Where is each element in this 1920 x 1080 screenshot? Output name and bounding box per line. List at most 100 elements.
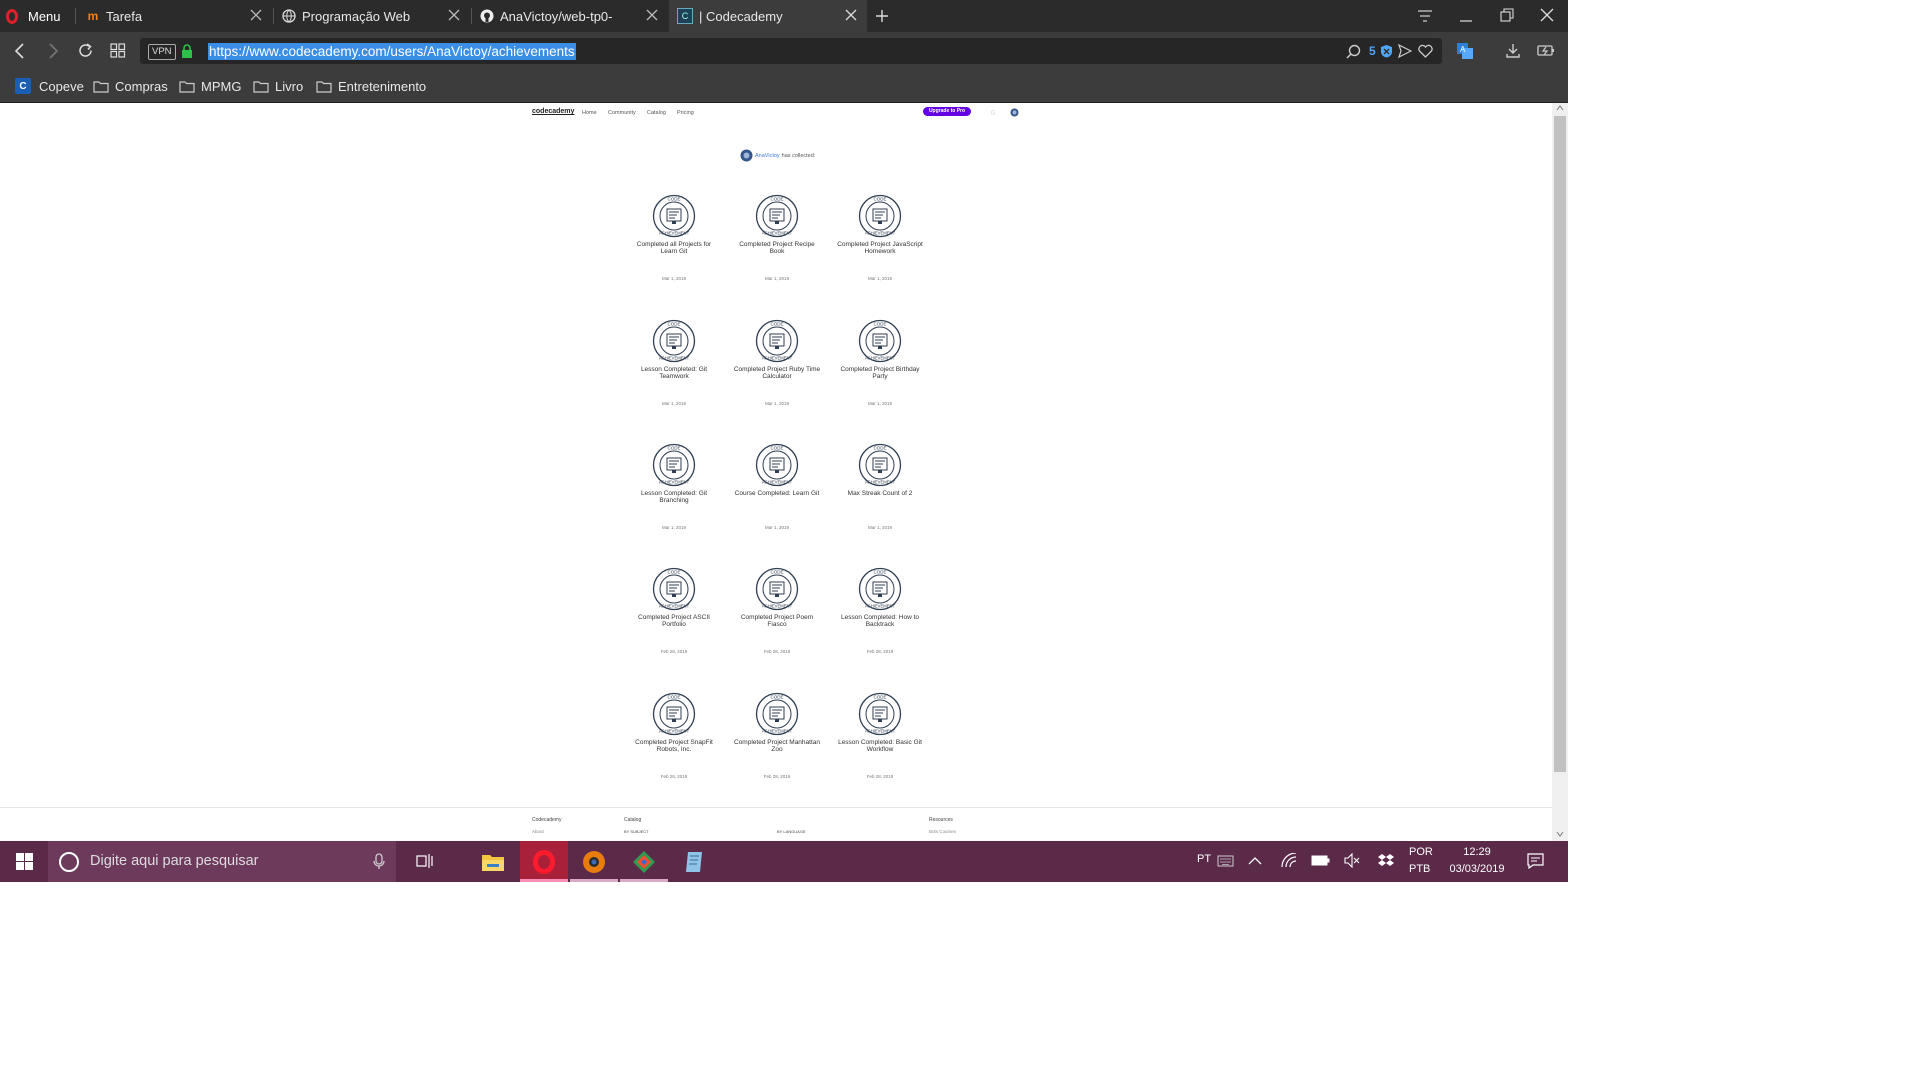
url-text[interactable]: https://www.codecademy.com/users/AnaVict… bbox=[208, 43, 576, 60]
achievement-card[interactable]: CODE ACHIEVEMENT Completed Project Recipe … bbox=[732, 192, 822, 287]
download-icon[interactable] bbox=[1505, 43, 1521, 59]
input-language-short[interactable]: PT bbox=[1197, 853, 1211, 865]
clock[interactable]: 12:29 03/03/2019 bbox=[1445, 846, 1509, 875]
folder-icon bbox=[316, 80, 332, 93]
folder-icon bbox=[482, 854, 504, 871]
close-tab-icon[interactable] bbox=[448, 9, 460, 21]
achievement-card[interactable]: CODE ACHIEVEMENT Lesson Completed: Git Tea… bbox=[629, 317, 719, 412]
translate-icon[interactable]: A bbox=[1456, 42, 1474, 60]
achievement-badge-icon: CODE ACHIEVEMENT bbox=[858, 194, 902, 238]
achievement-badge-icon: CODE ACHIEVEMENT bbox=[858, 319, 902, 363]
microphone-icon[interactable] bbox=[373, 853, 385, 870]
achievement-badge-icon: CODE ACHIEVEMENT bbox=[755, 443, 799, 487]
search-page-icon[interactable] bbox=[1346, 44, 1361, 59]
achievement-card[interactable]: CODE ACHIEVEMENT Completed Project Poem Fi… bbox=[732, 565, 822, 660]
svg-text:A: A bbox=[1460, 45, 1466, 54]
achievement-card[interactable]: CODE ACHIEVEMENT Completed Project Manhatt… bbox=[732, 690, 822, 785]
git-kraken-app[interactable] bbox=[620, 841, 668, 882]
bookmark-label: Livro bbox=[275, 78, 304, 94]
forward-icon[interactable] bbox=[46, 43, 60, 59]
restore-icon[interactable] bbox=[1500, 8, 1514, 22]
close-window-icon[interactable] bbox=[1540, 8, 1554, 22]
bookmark-folder-livro[interactable]: Livro bbox=[253, 76, 303, 96]
new-tab-icon[interactable] bbox=[875, 9, 889, 23]
bookmark-folder-mpmg[interactable]: MPMG bbox=[179, 76, 241, 96]
back-icon[interactable] bbox=[13, 43, 27, 59]
bookmark-copeve[interactable]: C Copeve bbox=[15, 76, 84, 96]
task-view-icon[interactable] bbox=[416, 853, 433, 869]
achievement-card[interactable]: CODE ACHIEVEMENT Completed Project ASCII P… bbox=[629, 565, 719, 660]
windows-start-icon[interactable] bbox=[16, 853, 33, 870]
tab-tarefa[interactable]: m Tarefa bbox=[78, 0, 272, 32]
badge-text-bottom: ACHIEVEMENT bbox=[659, 604, 690, 609]
badge-text-bottom: ACHIEVEMENT bbox=[762, 356, 793, 361]
close-tab-icon[interactable] bbox=[845, 9, 857, 21]
close-tab-icon[interactable] bbox=[646, 9, 658, 21]
tab-menu-icon[interactable] bbox=[1417, 9, 1433, 23]
speed-dial-icon[interactable] bbox=[110, 43, 126, 58]
achievement-card[interactable]: CODE ACHIEVEMENT Completed Project Ruby Ti… bbox=[732, 317, 822, 412]
tab-codecademy[interactable]: C | Codecademy bbox=[669, 0, 867, 32]
achievement-title: Lesson Completed: Git Teamwork bbox=[640, 366, 708, 380]
send-icon[interactable] bbox=[1398, 44, 1412, 58]
keyboard-icon[interactable] bbox=[1217, 855, 1234, 867]
achievement-date: Feb 28, 2019 bbox=[763, 774, 791, 779]
achievement-card[interactable]: CODE ACHIEVEMENT Lesson Completed: Git Bra… bbox=[629, 441, 719, 536]
badge-text-bottom: ACHIEVEMENT bbox=[659, 231, 690, 236]
achievement-card[interactable]: CODE ACHIEVEMENT Completed Project JavaScr… bbox=[835, 192, 925, 287]
battery-icon[interactable] bbox=[1311, 855, 1330, 866]
volume-muted-icon[interactable] bbox=[1344, 853, 1360, 868]
scroll-down-icon[interactable] bbox=[1556, 831, 1564, 837]
bookmark-folder-entretenimento[interactable]: Entretenimento bbox=[316, 76, 426, 96]
tab-github[interactable]: AnaVictoy/web-tp0- bbox=[472, 0, 668, 32]
dropbox-icon[interactable] bbox=[1378, 853, 1394, 868]
lock-icon[interactable] bbox=[181, 44, 193, 58]
achievement-title: Completed Project Ruby Time Calculator bbox=[733, 366, 821, 380]
reload-icon[interactable] bbox=[77, 42, 94, 59]
wifi-icon[interactable] bbox=[1281, 853, 1297, 868]
scrollbar-thumb[interactable] bbox=[1554, 116, 1566, 772]
taskbar-search-placeholder[interactable]: Digite aqui para pesquisar bbox=[90, 853, 258, 869]
achievement-card[interactable]: CODE ACHIEVEMENT Completed Project Birthda… bbox=[835, 317, 925, 412]
show-hidden-icons-icon[interactable] bbox=[1248, 856, 1262, 865]
bookmark-heart-icon[interactable] bbox=[1418, 44, 1433, 58]
scroll-up-icon[interactable] bbox=[1556, 105, 1564, 111]
achievement-title: Lesson Completed: How to Backtrack bbox=[840, 614, 920, 628]
menu-label: Menu bbox=[28, 8, 61, 24]
opera-menu-button[interactable]: Menu bbox=[6, 6, 61, 26]
close-tab-icon[interactable] bbox=[250, 9, 262, 21]
opera-app[interactable] bbox=[520, 841, 568, 882]
minimize-icon[interactable] bbox=[1459, 9, 1473, 23]
achievement-title: Completed Project JavaScript Homework bbox=[837, 241, 923, 255]
vpn-badge[interactable]: VPN bbox=[148, 44, 176, 60]
opera-logo-icon bbox=[6, 8, 18, 24]
file-explorer-app[interactable] bbox=[469, 841, 517, 882]
badge-text-top: CODE bbox=[667, 322, 680, 327]
language-indicator[interactable]: POR PTB bbox=[1409, 846, 1433, 875]
achievement-card[interactable]: CODE ACHIEVEMENT Completed all Projects fo… bbox=[629, 192, 719, 287]
ad-block-icon[interactable] bbox=[1380, 44, 1393, 58]
achievement-card[interactable]: CODE ACHIEVEMENT Completed Project SnapFit… bbox=[629, 690, 719, 785]
bookmark-folder-compras[interactable]: Compras bbox=[93, 76, 168, 96]
footer-about-link[interactable]: About bbox=[532, 829, 544, 834]
notes-app[interactable] bbox=[670, 841, 718, 882]
achievement-card[interactable]: CODE ACHIEVEMENT Lesson Completed: Basic G… bbox=[835, 690, 925, 785]
running-app-indicator bbox=[620, 879, 668, 882]
achievement-card[interactable]: CODE ACHIEVEMENT Lesson Completed: How to … bbox=[835, 565, 925, 660]
bookmark-label: MPMG bbox=[201, 78, 242, 94]
badge-text-bottom: ACHIEVEMENT bbox=[762, 231, 793, 236]
achievement-card[interactable]: CODE ACHIEVEMENT Max Streak Count of 2 Mar … bbox=[835, 441, 925, 536]
notifications-icon[interactable] bbox=[1527, 853, 1544, 869]
tab-programacao-web[interactable]: Programação Web bbox=[274, 0, 470, 32]
copeve-icon: C bbox=[15, 78, 31, 94]
folder-icon bbox=[93, 80, 109, 93]
achievement-date: Feb 28, 2019 bbox=[866, 649, 894, 654]
blender-app[interactable] bbox=[570, 841, 618, 882]
achievement-card[interactable]: CODE ACHIEVEMENT Course Completed: Learn G… bbox=[732, 441, 822, 536]
app-icon bbox=[583, 850, 605, 873]
badge-text-bottom: ACHIEVEMENT bbox=[865, 480, 896, 485]
folder-icon bbox=[179, 80, 195, 93]
blocked-count[interactable]: 5 bbox=[1369, 44, 1376, 58]
footer-bots-courses-link[interactable]: Bots Courses bbox=[929, 829, 956, 834]
battery-saver-icon[interactable] bbox=[1537, 44, 1555, 57]
